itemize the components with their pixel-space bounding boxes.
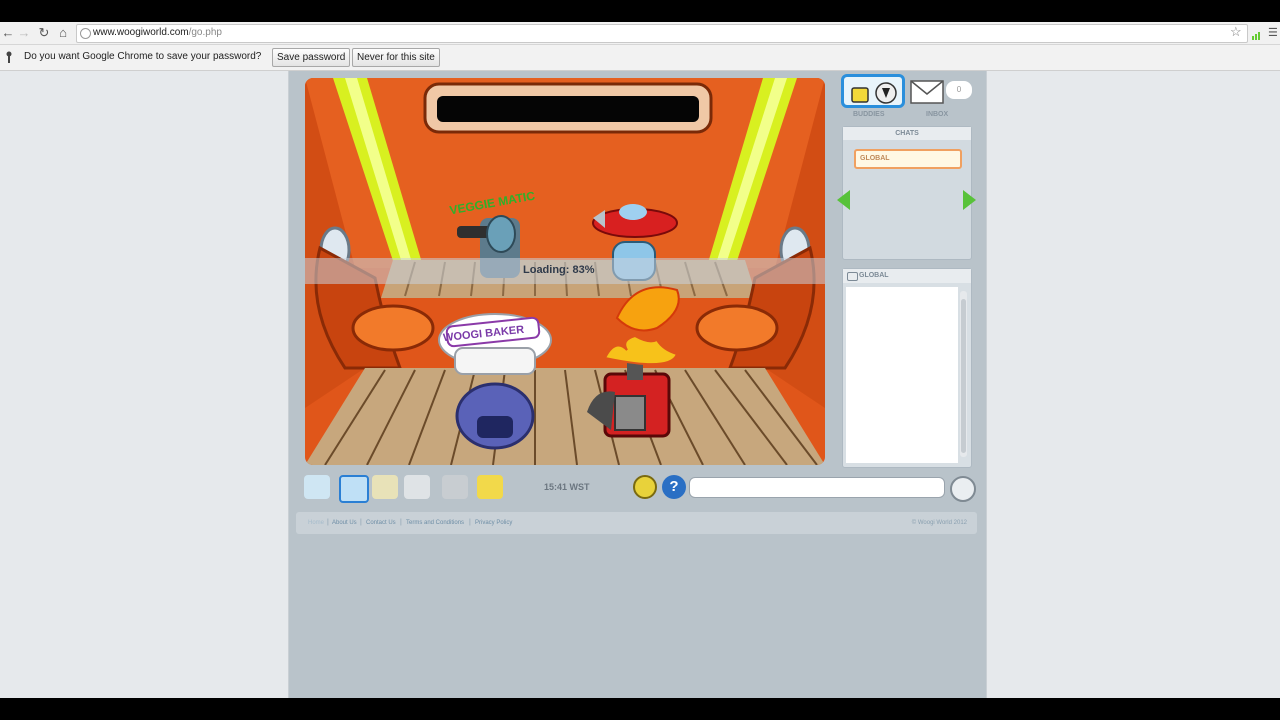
social-header: 0 BUDDIES INBOX — [838, 73, 976, 121]
url-domain: www.woogiworld.com — [93, 27, 189, 38]
buddies-icon — [851, 82, 897, 104]
screen-bottom-border — [0, 698, 1280, 720]
footer-separator: | — [469, 519, 471, 526]
footer-link-contact[interactable]: Contact Us — [366, 520, 396, 526]
right-margin — [986, 71, 1280, 698]
inbox-count: 0 — [946, 81, 972, 99]
left-margin — [0, 71, 289, 698]
key-icon — [6, 51, 12, 63]
forward-button[interactable]: → — [16, 25, 32, 41]
screen-top-border — [0, 0, 1280, 22]
inbox-label: INBOX — [926, 111, 949, 118]
emote-icon[interactable] — [633, 475, 657, 499]
prev-arrow-icon[interactable] — [837, 190, 850, 210]
copyright: © Woogi World 2012 — [911, 520, 967, 526]
phone-icon[interactable] — [339, 475, 369, 503]
site-footer: Home | About Us | Contact Us | Terms and… — [296, 512, 977, 534]
global-chat-panel: GLOBAL — [842, 268, 972, 468]
reload-button[interactable]: ↻ — [36, 25, 52, 41]
send-chat-button[interactable] — [950, 476, 976, 502]
home-button[interactable]: ⌂ — [55, 25, 71, 41]
browser-toolbar: ← → ↻ ⌂ www.woogiworld.com/go.php ☰ — [0, 22, 1280, 45]
loading-bar: Loading: 83% — [305, 258, 825, 284]
signal-icon — [1252, 27, 1262, 40]
trophy-icon[interactable] — [477, 475, 503, 499]
back-button[interactable]: ← — [0, 25, 16, 41]
buddies-label: BUDDIES — [853, 111, 885, 118]
footer-link-home[interactable]: Home — [308, 520, 324, 526]
bookmark-star-icon[interactable]: ☆ — [1230, 24, 1242, 40]
password-infobar: Do you want Google Chrome to save your p… — [0, 45, 1280, 71]
global-chat-log — [846, 287, 958, 463]
menu-icon[interactable]: ☰ — [1268, 26, 1278, 39]
map-icon[interactable] — [304, 475, 330, 499]
footer-separator: | — [327, 519, 329, 526]
save-password-button[interactable]: Save password — [272, 48, 351, 67]
inbox-button[interactable] — [910, 77, 946, 105]
chats-header: CHATS — [843, 127, 971, 140]
page-icon — [80, 28, 91, 39]
never-for-this-site-button[interactable]: Never for this site — [352, 48, 440, 67]
envelope-icon — [910, 80, 944, 104]
global-chat-header: GLOBAL — [843, 269, 971, 283]
camera-icon[interactable] — [404, 475, 430, 499]
buddies-button[interactable] — [841, 74, 905, 108]
loading-text: Loading: 83% — [523, 264, 595, 276]
footer-separator: | — [400, 519, 402, 526]
gamepad-icon[interactable] — [442, 475, 468, 499]
footer-link-privacy[interactable]: Privacy Policy — [475, 520, 512, 526]
game-stage[interactable]: Loading: 83% VEGGIE MATIC WOOGI BAKER — [305, 78, 825, 465]
chats-panel: CHATS GLOBAL — [842, 126, 972, 260]
footer-link-terms[interactable]: Terms and Conditions — [406, 520, 464, 526]
footer-link-about[interactable]: About Us — [332, 520, 357, 526]
footer-separator: | — [360, 519, 362, 526]
infobar-question: Do you want Google Chrome to save your p… — [24, 51, 262, 62]
scroll-icon[interactable] — [372, 475, 398, 499]
chat-scrollbar-thumb[interactable] — [961, 299, 966, 453]
game-clock: 15:41 WST — [544, 482, 590, 492]
next-arrow-icon[interactable] — [963, 190, 976, 210]
address-bar[interactable]: www.woogiworld.com/go.php — [76, 24, 1248, 43]
url-path: /go.php — [188, 27, 222, 38]
chat-input[interactable] — [689, 477, 945, 498]
help-icon[interactable]: ? — [662, 475, 686, 499]
chat-tab-global[interactable]: GLOBAL — [854, 149, 962, 169]
chat-bubble-icon — [847, 272, 858, 281]
